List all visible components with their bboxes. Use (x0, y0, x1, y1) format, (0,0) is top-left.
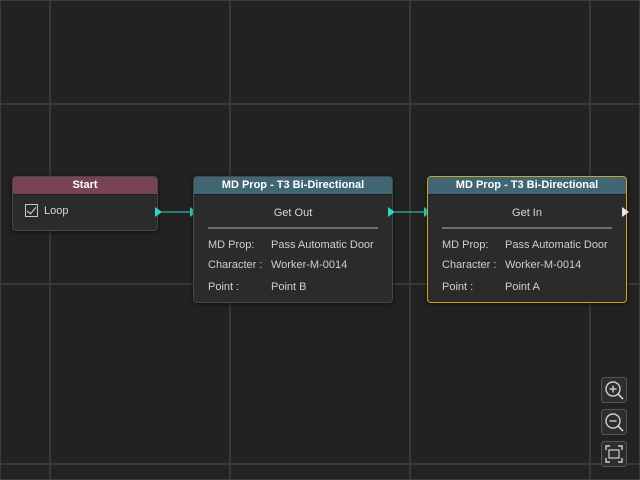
node1-field-character: Character : Worker-M-0014 (208, 259, 347, 271)
field-value: Point A (505, 281, 540, 293)
zoom-in-icon (605, 381, 624, 400)
node2-field-character: Character : Worker-M-0014 (442, 259, 581, 271)
loop-label: Loop (44, 204, 69, 217)
field-key: MD Prop: (208, 239, 255, 251)
field-value: Worker-M-0014 (505, 259, 582, 271)
field-value: Point B (271, 281, 307, 293)
field-key: Point : (442, 281, 474, 293)
md-prop-node-get-out[interactable]: MD Prop - T3 Bi-Directional Get Out MD P… (193, 176, 393, 303)
start-output-port[interactable] (155, 207, 162, 217)
zoom-out-button[interactable] (601, 409, 627, 435)
start-node[interactable]: Start Loop (12, 176, 158, 231)
node2-action: Get In (512, 207, 542, 219)
node1-field-md-prop: MD Prop: Pass Automatic Door (208, 239, 374, 251)
field-key: Character : (208, 259, 263, 271)
node1-title: MD Prop - T3 Bi-Directional (194, 177, 392, 195)
node2-field-point: Point : Point A (442, 281, 540, 293)
node2-separator (442, 227, 612, 229)
node1-action: Get Out (273, 207, 313, 219)
field-key: Character : (442, 259, 497, 271)
node1-output-port[interactable] (388, 207, 395, 217)
zoom-out-icon (605, 413, 624, 432)
field-value: Pass Automatic Door (505, 239, 608, 251)
start-node-title: Start (13, 177, 157, 195)
node1-separator (208, 227, 378, 229)
fit-view-icon (605, 445, 623, 463)
node1-field-point: Point : Point B (208, 281, 306, 293)
loop-checkbox[interactable] (25, 204, 38, 217)
fit-view-button[interactable] (601, 441, 627, 467)
loop-option[interactable]: Loop (25, 204, 68, 217)
field-value: Worker-M-0014 (271, 259, 348, 271)
node2-title: MD Prop - T3 Bi-Directional (428, 177, 626, 195)
zoom-in-button[interactable] (601, 377, 627, 403)
md-prop-node-get-in[interactable]: MD Prop - T3 Bi-Directional Get In MD Pr… (427, 176, 627, 303)
field-key: Point : (208, 281, 240, 293)
node2-output-port[interactable] (622, 207, 629, 217)
field-key: MD Prop: (442, 239, 489, 251)
field-value: Pass Automatic Door (271, 239, 374, 251)
node2-field-md-prop: MD Prop: Pass Automatic Door (442, 239, 608, 251)
